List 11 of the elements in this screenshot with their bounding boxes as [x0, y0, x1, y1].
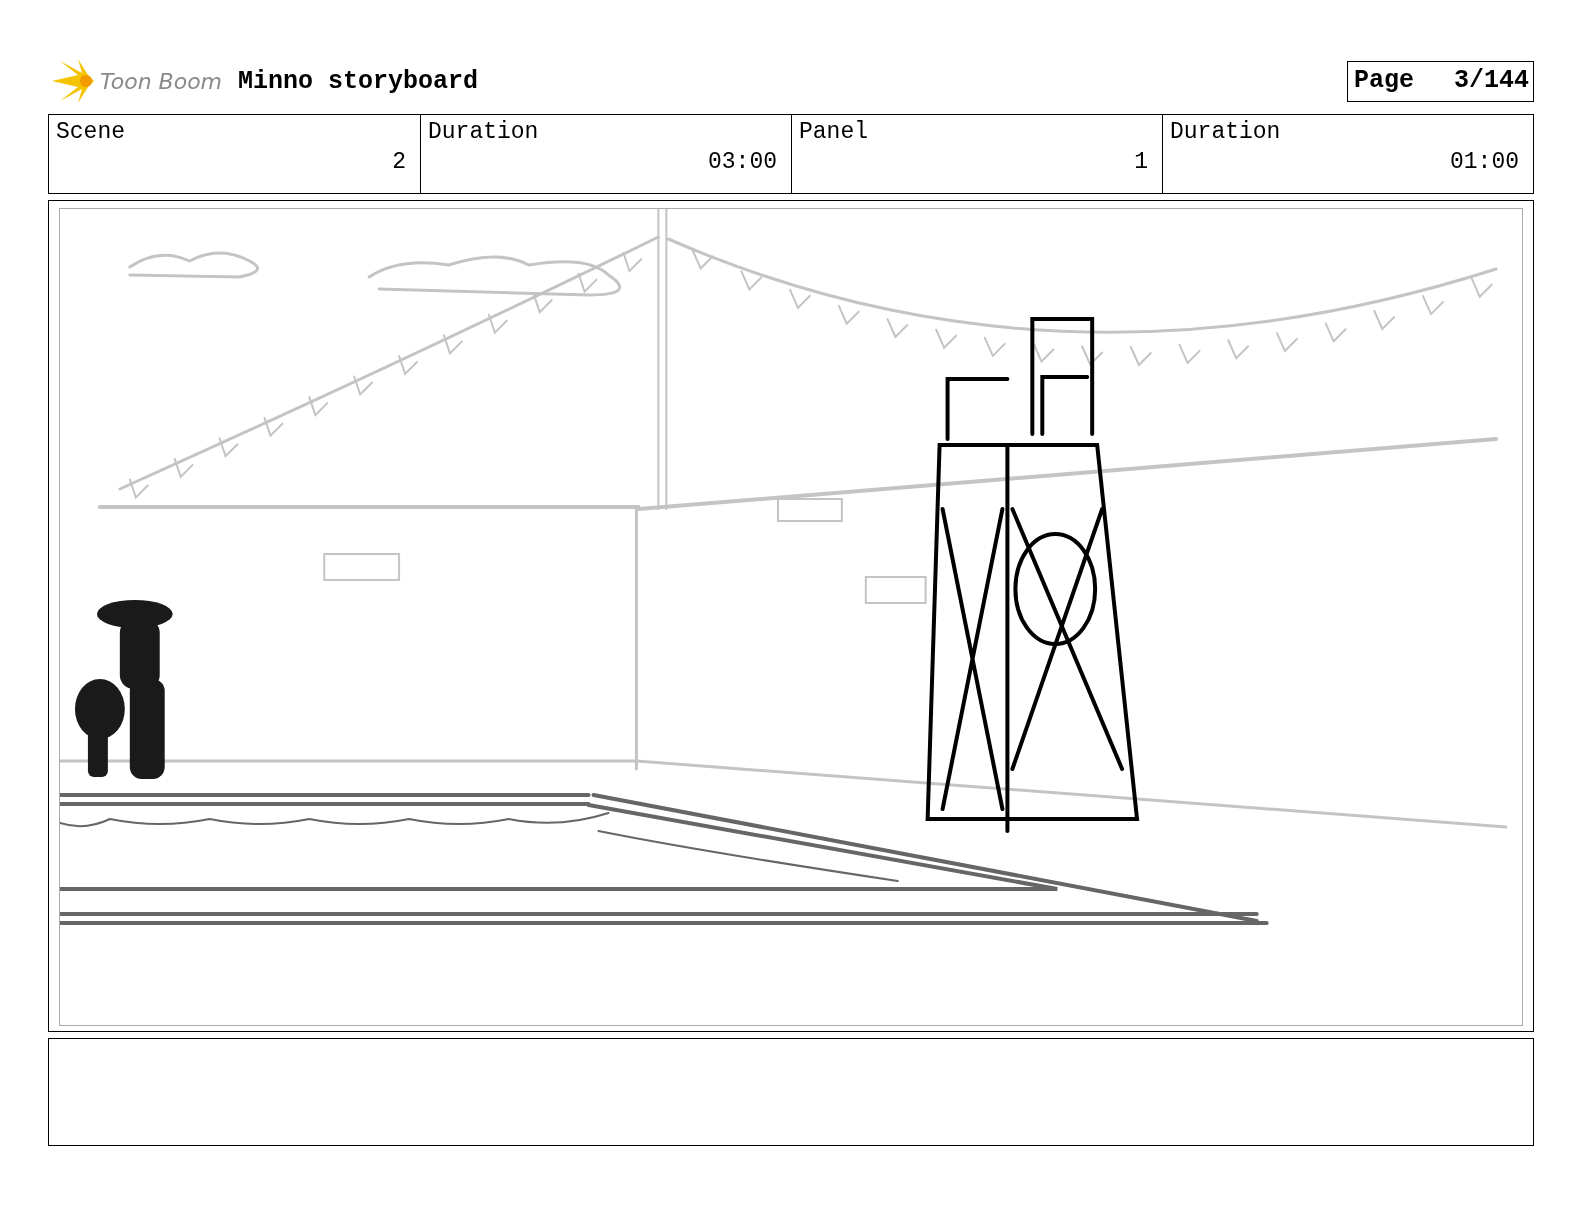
field-value: 2 [392, 149, 406, 175]
field-label: Scene [56, 119, 126, 145]
field-value: 01:00 [1450, 149, 1519, 175]
page-counter: Page 3/144 [1346, 60, 1534, 102]
logo-text: Toon Boom [100, 68, 223, 94]
field-value: 03:00 [708, 149, 777, 175]
field-value: 1 [1134, 149, 1148, 175]
document-title: Minno storyboard [238, 66, 479, 96]
field-label: Duration [1170, 119, 1282, 145]
field-label: Panel [799, 119, 869, 145]
field-label: Duration [428, 119, 540, 145]
